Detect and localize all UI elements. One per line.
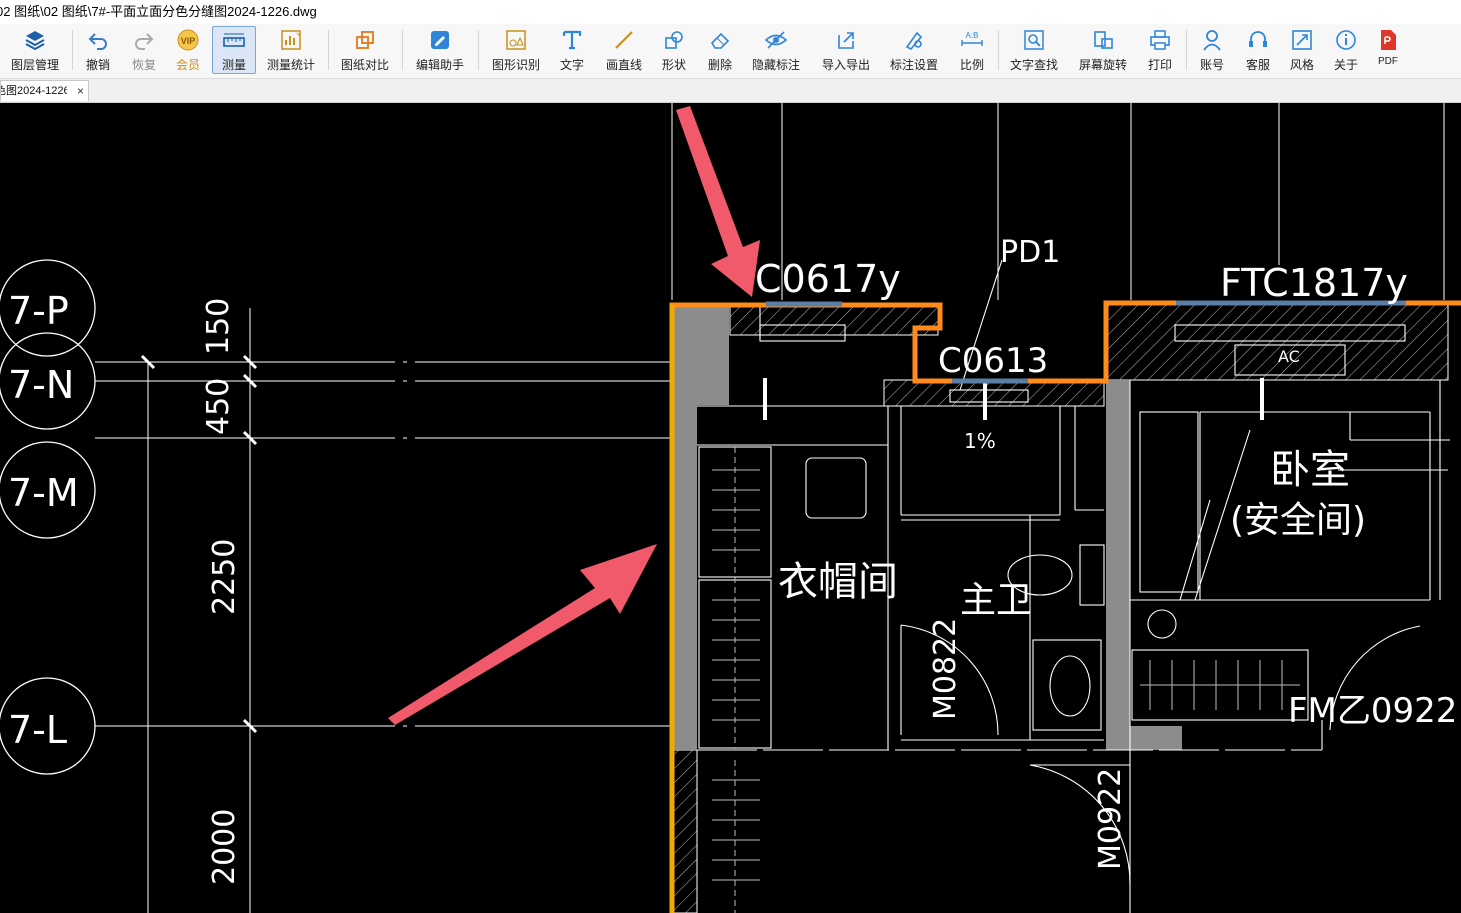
account-icon [1198,27,1226,53]
svg-text:A:B: A:B [966,31,979,40]
shape-tool-button[interactable]: 形状 [656,26,692,74]
grid-axis-label: 7-L [8,708,67,752]
redo-button[interactable]: 恢复 [126,26,162,74]
wall-fills [671,304,1449,913]
room-label-cloakroom: 衣帽间 [778,559,898,605]
support-icon [1244,27,1272,53]
style-icon [1288,27,1316,53]
account-button[interactable]: 账号 [1194,26,1230,74]
annotation-arrow-left [388,544,657,725]
edit-assistant-button[interactable]: 编辑助手 [412,26,468,74]
grid-axis-label: 7-P [8,289,69,333]
document-tab-strip: 色图2024-1226 × [0,79,1461,103]
pdf-icon [1374,27,1402,53]
shape-recognition-icon [502,27,530,53]
measure-stats-button[interactable]: 测量统计 [264,26,318,74]
text-search-icon [1020,27,1048,53]
undo-icon [84,27,112,53]
import-export-button[interactable]: 导入导出 [818,26,874,74]
measure-icon [220,28,248,53]
line-icon [610,27,638,53]
compare-drawings-button[interactable]: 图纸对比 [338,26,392,74]
shape-icon [660,27,688,53]
door-label: FM乙0922 [1288,691,1457,731]
support-button[interactable]: 客服 [1240,26,1276,74]
vip-icon: VIP [174,27,202,53]
annotation-settings-icon [900,27,928,53]
undo-button[interactable]: 撤销 [80,26,116,74]
pd-label: PD1 [1000,235,1060,270]
dimension-text: 2000 [207,809,242,885]
annotation-arrows [388,106,760,725]
dimension-text: 150 [201,298,236,355]
window-label: C0617y [755,257,901,301]
text-tool-button[interactable]: 文字 [554,26,590,74]
eraser-icon [706,27,734,53]
measure-button[interactable]: 测量 [212,26,256,74]
screen-rotate-icon [1089,27,1117,53]
about-icon [1332,27,1360,53]
grid-axis-label: 7-N [8,363,74,407]
door-label: M0922 [1093,768,1128,870]
draw-line-button[interactable]: 画直线 [602,26,646,74]
redo-icon [130,27,158,53]
svg-text:VIP: VIP [181,36,196,46]
grid-axis-label: 7-M [8,471,79,515]
dimension-text: 2250 [207,539,242,615]
room-label-bathroom: 主卫 [960,580,1032,621]
text-search-button[interactable]: 文字查找 [1006,26,1062,74]
window-title: 02 图纸\02 图纸\7#-平面立面分色分缝图2024-1226.dwg [0,4,317,19]
text-icon [558,27,586,53]
window-title-bar: 02 图纸\02 图纸\7#-平面立面分色分缝图2024-1226.dwg [0,0,1461,24]
room-label-bedroom-sub: (安全间) [1230,500,1366,541]
close-tab-icon[interactable]: × [77,81,84,101]
door-label: M0822 [928,618,963,720]
hide-annotation-button[interactable]: 隐藏标注 [748,26,804,74]
measure-stats-icon [277,27,305,53]
import-export-icon [832,27,860,53]
hide-annotation-icon [762,27,790,53]
screen-rotate-button[interactable]: 屏幕旋转 [1074,26,1132,74]
document-tab[interactable]: 色图2024-1226 × [0,80,89,101]
layer-manager-button[interactable]: 图层管理 [8,26,62,74]
pdf-button[interactable]: PDF [1372,26,1404,74]
about-button[interactable]: 关于 [1328,26,1364,74]
slope-label: 1% [964,429,996,453]
print-icon [1146,27,1174,53]
dimension-text: 450 [201,378,236,435]
compare-icon [351,27,379,53]
grid-axis-bubbles [0,259,96,775]
scale-icon: A:B [958,27,986,53]
edit-assistant-icon [426,27,454,53]
window-label: C0613 [938,341,1048,381]
annotation-arrow-top [676,106,760,297]
shape-recognition-button[interactable]: 图形识别 [488,26,544,74]
vip-button[interactable]: VIP 会员 [170,26,206,74]
delete-button[interactable]: 删除 [702,26,738,74]
window-label: FTC1817y [1220,261,1408,305]
print-button[interactable]: 打印 [1142,26,1178,74]
annotation-settings-button[interactable]: 标注设置 [886,26,942,74]
main-toolbar: 图层管理 撤销 恢复 VIP 会员 测量 测量统计 图纸对比 编辑助手 图形识别… [0,24,1461,79]
drawing-canvas[interactable]: 7-P 7-N 7-M 7-L 150 450 2250 2000 C0617y… [0,103,1461,913]
style-button[interactable]: 风格 [1284,26,1320,74]
ac-label: AC [1278,347,1300,366]
room-label-bedroom: 卧室 [1270,447,1350,493]
layers-icon [21,27,49,53]
scale-button[interactable]: A:B 比例 [954,26,990,74]
wardrobe-hangers [712,447,1300,913]
